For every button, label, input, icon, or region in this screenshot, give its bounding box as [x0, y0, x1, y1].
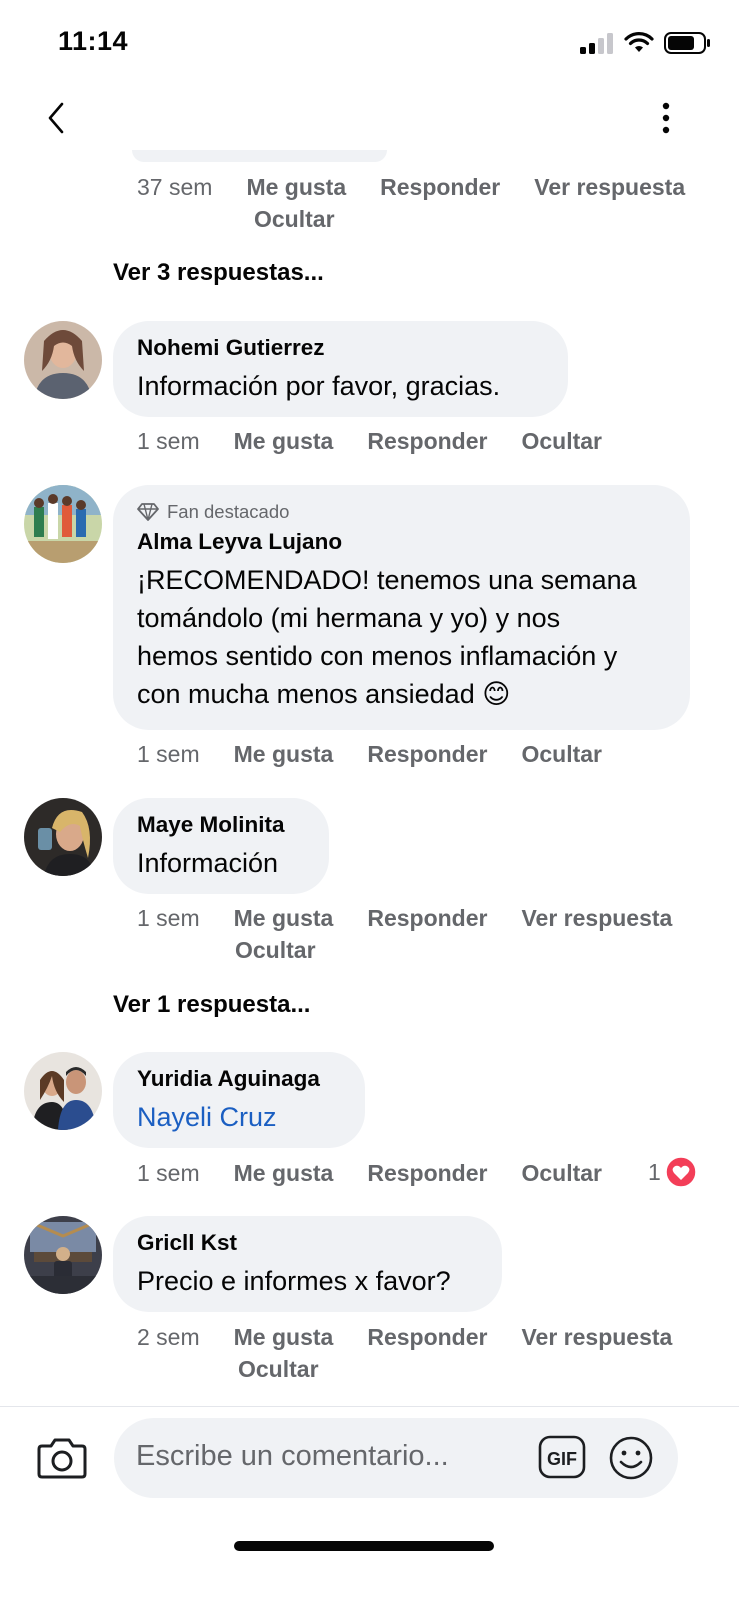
- battery-icon: [664, 32, 710, 54]
- wifi-icon: [624, 32, 654, 52]
- reply-button[interactable]: Responder: [367, 428, 487, 455]
- comment-text-line: con mucha menos ansiedad 😊: [137, 679, 511, 709]
- status-icons: [580, 30, 712, 56]
- heart-reaction-icon: [665, 1156, 697, 1188]
- comment-actions: 1 sem Me gusta Responder Ocultar: [137, 1160, 602, 1187]
- comment-bubble[interactable]: Fan destacado Alma Leyva Lujano ¡RECOMEN…: [113, 485, 690, 730]
- comment-time: 2 sem: [137, 1324, 200, 1350]
- reply-button[interactable]: Responder: [367, 1324, 487, 1351]
- hide-button[interactable]: Ocultar: [238, 1356, 319, 1383]
- hide-button[interactable]: Ocultar: [521, 1160, 602, 1187]
- comment-author[interactable]: Maye Molinita: [137, 812, 305, 838]
- prev-comment-actions: 37 sem Me gusta Responder Ver respuesta: [137, 174, 685, 201]
- comment-author[interactable]: Yuridia Aguinaga: [137, 1066, 341, 1092]
- diamond-icon: [137, 503, 159, 521]
- comment-text: Información: [137, 848, 279, 878]
- view-reply-button[interactable]: Ver respuesta: [534, 174, 685, 201]
- like-button[interactable]: Me gusta: [234, 428, 334, 455]
- comment-text: Información por favor, gracias.: [137, 371, 501, 401]
- reply-button[interactable]: Responder: [367, 741, 487, 768]
- emoji-button[interactable]: [608, 1435, 654, 1481]
- avatar[interactable]: [24, 1052, 102, 1130]
- back-button[interactable]: [38, 98, 74, 138]
- comment-input-placeholder: Escribe un comentario...: [136, 1440, 449, 1472]
- comment-text-line: hemos sentido con menos inflamación y: [137, 641, 618, 671]
- avatar[interactable]: [24, 798, 102, 876]
- comment-time: 1 sem: [137, 905, 200, 931]
- like-button[interactable]: Me gusta: [234, 1324, 334, 1351]
- avatar[interactable]: [24, 485, 102, 563]
- hide-button[interactable]: Ocultar: [254, 206, 335, 233]
- reply-button[interactable]: Responder: [367, 905, 487, 932]
- reply-button[interactable]: Responder: [380, 174, 500, 201]
- comment-time: 1 sem: [137, 741, 200, 767]
- like-button[interactable]: Me gusta: [234, 741, 334, 768]
- back-icon: [48, 102, 64, 134]
- like-button[interactable]: Me gusta: [234, 905, 334, 932]
- comment-actions: 1 sem Me gusta Responder Ocultar: [137, 741, 602, 768]
- camera-icon: [37, 1438, 87, 1479]
- gif-icon: GIF: [538, 1435, 586, 1479]
- comment-time: 1 sem: [137, 1160, 200, 1186]
- hide-button[interactable]: Ocultar: [235, 937, 316, 964]
- avatar[interactable]: [24, 1216, 102, 1294]
- view-reply-button[interactable]: Ver respuesta: [521, 905, 672, 932]
- hide-button[interactable]: Ocultar: [521, 428, 602, 455]
- comment-author[interactable]: Gricll Kst: [137, 1230, 478, 1256]
- top-fan-badge: Fan destacado: [137, 501, 666, 523]
- comment-bubble[interactable]: Nohemi Gutierrez Información por favor, …: [113, 321, 568, 417]
- comment-bubble[interactable]: Yuridia Aguinaga Nayeli Cruz: [113, 1052, 365, 1148]
- comment-text: ¡RECOMENDADO! tenemos una semana tomándo…: [137, 561, 666, 713]
- comment-text: Precio e informes x favor?: [137, 1266, 451, 1296]
- comment-author[interactable]: Alma Leyva Lujano: [137, 529, 666, 555]
- home-indicator: [234, 1541, 494, 1551]
- comment-text-line: ¡RECOMENDADO! tenemos una semana: [137, 565, 637, 595]
- comment-bubble[interactable]: Maye Molinita Información: [113, 798, 329, 894]
- view-replies-link[interactable]: Ver 3 respuestas...: [113, 259, 324, 287]
- hide-button[interactable]: Ocultar: [521, 741, 602, 768]
- view-replies-link[interactable]: Ver 1 respuesta...: [113, 991, 310, 1019]
- more-options-button[interactable]: [650, 98, 686, 138]
- previous-bubble-edge: [132, 150, 387, 162]
- like-button[interactable]: Me gusta: [234, 1160, 334, 1187]
- svg-text:GIF: GIF: [547, 1449, 577, 1469]
- badge-label: Fan destacado: [167, 501, 290, 522]
- comment-actions: 2 sem Me gusta Responder Ver respuesta: [137, 1324, 672, 1351]
- status-time: 11:14: [58, 26, 129, 56]
- gif-button[interactable]: GIF: [538, 1435, 586, 1479]
- comment-time: 1 sem: [137, 428, 200, 454]
- like-button[interactable]: Me gusta: [246, 174, 346, 201]
- comment-text-line: tomándolo (mi hermana y yo) y nos: [137, 603, 561, 633]
- reply-button[interactable]: Responder: [367, 1160, 487, 1187]
- comment-bubble[interactable]: Gricll Kst Precio e informes x favor?: [113, 1216, 502, 1312]
- avatar[interactable]: [24, 321, 102, 399]
- view-reply-button[interactable]: Ver respuesta: [521, 1324, 672, 1351]
- mention-link[interactable]: Nayeli Cruz: [137, 1098, 341, 1136]
- comment-actions: 1 sem Me gusta Responder Ver respuesta: [137, 905, 672, 932]
- reaction-summary[interactable]: 1: [648, 1156, 697, 1188]
- comment-time: 37 sem: [137, 174, 213, 200]
- comment-actions: 1 sem Me gusta Responder Ocultar: [137, 428, 602, 455]
- more-icon: [662, 102, 670, 134]
- camera-button[interactable]: [36, 1434, 88, 1482]
- smiley-icon: [609, 1436, 653, 1480]
- reaction-count: 1: [648, 1158, 661, 1185]
- comment-author[interactable]: Nohemi Gutierrez: [137, 335, 544, 361]
- signal-icon: [580, 33, 613, 54]
